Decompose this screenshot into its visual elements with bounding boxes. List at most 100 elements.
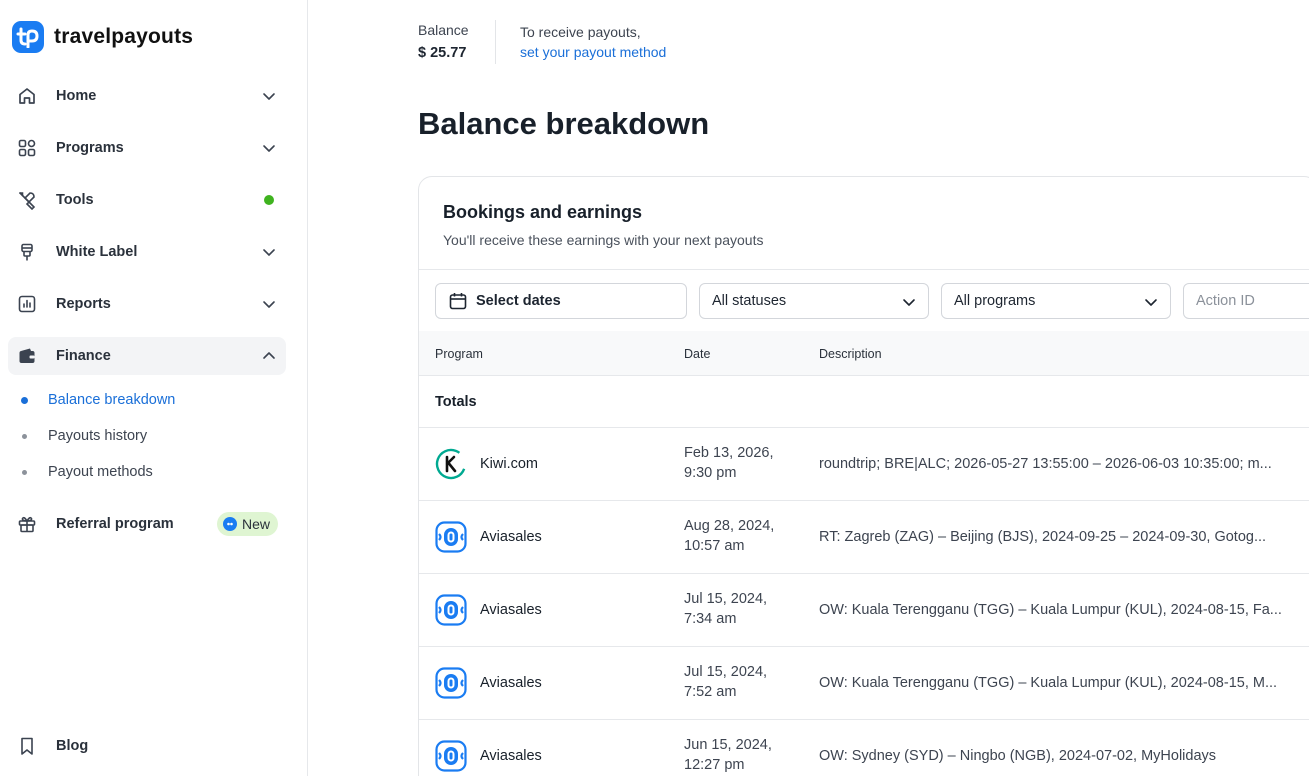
program-select[interactable]: All programs — [941, 283, 1171, 319]
sidebar-item-tools[interactable]: Tools — [8, 181, 286, 219]
wallet-icon — [16, 345, 38, 367]
column-header-description: Description — [819, 347, 882, 361]
row-date: Jun 15, 2024, — [684, 737, 772, 753]
program-select-value: All programs — [954, 293, 1036, 309]
grid-icon — [16, 137, 38, 159]
balance-label: Balance — [418, 22, 469, 38]
bullet-dot — [22, 433, 27, 439]
row-time: 7:34 am — [684, 611, 737, 627]
column-header-program: Program — [435, 347, 483, 361]
bookmark-icon — [16, 735, 38, 757]
chevron-down-icon — [263, 301, 275, 308]
row-date: Aug 28, 2024, — [684, 518, 775, 534]
sidebar-subitem-balance-breakdown[interactable]: Balance breakdown — [21, 388, 176, 412]
divider — [419, 375, 1309, 376]
sidebar-item-home[interactable]: Home — [8, 77, 286, 115]
brand-logo[interactable]: travelpayouts — [12, 21, 193, 53]
chevron-down-icon — [1145, 299, 1157, 306]
table-row[interactable]: Aviasales Jun 15, 2024, 12:27 pm OW: Syd… — [419, 720, 1309, 776]
aviasales-logo-icon — [435, 521, 467, 553]
chart-icon — [16, 293, 38, 315]
sparkle-icon — [222, 517, 237, 531]
action-id-placeholder: Action ID — [1196, 293, 1255, 309]
row-date: Jul 15, 2024, — [684, 591, 768, 607]
brand-name: travelpayouts — [54, 25, 194, 48]
chevron-down-icon — [263, 145, 275, 152]
sidebar-subitem-label: Payout methods — [48, 464, 153, 480]
payout-hint: To receive payouts, — [520, 24, 641, 40]
sidebar-item-blog[interactable]: Blog — [8, 727, 286, 765]
travelpayouts-logo-icon — [12, 21, 44, 53]
table-row[interactable]: Aviasales Jul 15, 2024, 7:34 am OW: Kual… — [419, 574, 1309, 647]
sidebar-item-label: White Label — [56, 244, 138, 260]
home-icon — [16, 85, 38, 107]
table-header: Program Date Description — [419, 331, 1309, 375]
row-description: OW: Kuala Terengganu (TGG) – Kuala Lumpu… — [819, 675, 1278, 691]
row-description: OW: Sydney (SYD) – Ningbo (NGB), 2024-07… — [819, 748, 1217, 764]
bullet-dot — [22, 469, 27, 475]
row-time: 10:57 am — [684, 538, 745, 554]
program-name: Aviasales — [480, 529, 542, 545]
aviasales-logo-icon — [435, 667, 467, 699]
action-id-input[interactable]: Action ID — [1183, 283, 1309, 319]
badge-label: New — [241, 516, 270, 532]
status-select-value: All statuses — [712, 293, 787, 309]
card-subtitle: You'll receive these earnings with your … — [443, 232, 764, 248]
plug-icon — [16, 241, 38, 263]
chevron-up-icon — [263, 352, 275, 359]
row-date: Jul 15, 2024, — [684, 664, 768, 680]
chevron-down-icon — [263, 93, 275, 100]
sidebar-item-label: Reports — [56, 296, 111, 312]
sidebar-item-programs[interactable]: Programs — [8, 129, 286, 167]
sidebar-subitem-payouts-history[interactable]: Payouts history — [22, 424, 147, 448]
card-title: Bookings and earnings — [443, 202, 643, 222]
row-description: roundtrip; BRE|ALC; 2026-05-27 13:55:00 … — [819, 456, 1272, 472]
bookings-earnings-card: Bookings and earnings You'll receive the… — [418, 176, 1309, 776]
table-row[interactable]: Kiwi.com Feb 13, 2026, 9:30 pm roundtrip… — [419, 428, 1309, 501]
row-time: 12:27 pm — [684, 757, 745, 773]
sidebar-item-reports[interactable]: Reports — [8, 285, 286, 323]
page-title: Balance breakdown — [418, 106, 710, 141]
new-badge: New — [216, 512, 278, 536]
aviasales-logo-icon — [435, 740, 467, 772]
sidebar-item-label: Referral program — [56, 516, 174, 532]
sidebar-item-label: Home — [56, 88, 97, 104]
balance-value: $ 25.77 — [418, 45, 467, 61]
sidebar-subitem-payout-methods[interactable]: Payout methods — [22, 460, 153, 484]
kiwi-logo-icon — [435, 448, 467, 480]
sidebar-subitem-label: Balance breakdown — [48, 392, 176, 408]
sidebar-item-label: Blog — [56, 738, 89, 754]
row-time: 9:30 pm — [684, 465, 737, 481]
calendar-icon — [449, 293, 467, 310]
chevron-down-icon — [263, 249, 275, 256]
row-time: 7:52 am — [684, 684, 737, 700]
status-dot — [264, 195, 274, 205]
select-dates-label: Select dates — [476, 293, 561, 309]
set-payout-method-link[interactable]: set your payout method — [520, 44, 666, 60]
bullet-dot — [21, 396, 28, 404]
row-description: RT: Zagreb (ZAG) – Beijing (BJS), 2024-0… — [819, 529, 1267, 545]
sidebar-item-white-label[interactable]: White Label — [8, 233, 286, 271]
sidebar-item-label: Programs — [56, 140, 124, 156]
column-header-date: Date — [684, 347, 711, 361]
divider — [419, 269, 1309, 270]
sidebar: travelpayouts Home Programs Tools White … — [0, 0, 308, 776]
chevron-down-icon — [903, 299, 915, 306]
program-name: Aviasales — [480, 602, 542, 618]
totals-label: Totals — [435, 394, 477, 410]
program-name: Kiwi.com — [480, 456, 539, 472]
sidebar-item-label: Tools — [56, 192, 94, 208]
gift-icon — [16, 513, 38, 535]
sidebar-item-finance[interactable]: Finance — [8, 337, 286, 375]
sidebar-item-referral-program[interactable]: Referral program New — [8, 505, 286, 543]
program-name: Aviasales — [480, 675, 542, 691]
row-description: OW: Kuala Terengganu (TGG) – Kuala Lumpu… — [819, 602, 1282, 618]
table-row[interactable]: Aviasales Jul 15, 2024, 7:52 am OW: Kual… — [419, 647, 1309, 720]
row-date: Feb 13, 2026, — [684, 445, 774, 461]
status-select[interactable]: All statuses — [699, 283, 929, 319]
table-row[interactable]: Aviasales Aug 28, 2024, 10:57 am RT: Zag… — [419, 501, 1309, 574]
program-name: Aviasales — [480, 748, 542, 764]
tools-icon — [16, 189, 38, 211]
select-dates-button[interactable]: Select dates — [435, 283, 687, 319]
aviasales-logo-icon — [435, 594, 467, 626]
